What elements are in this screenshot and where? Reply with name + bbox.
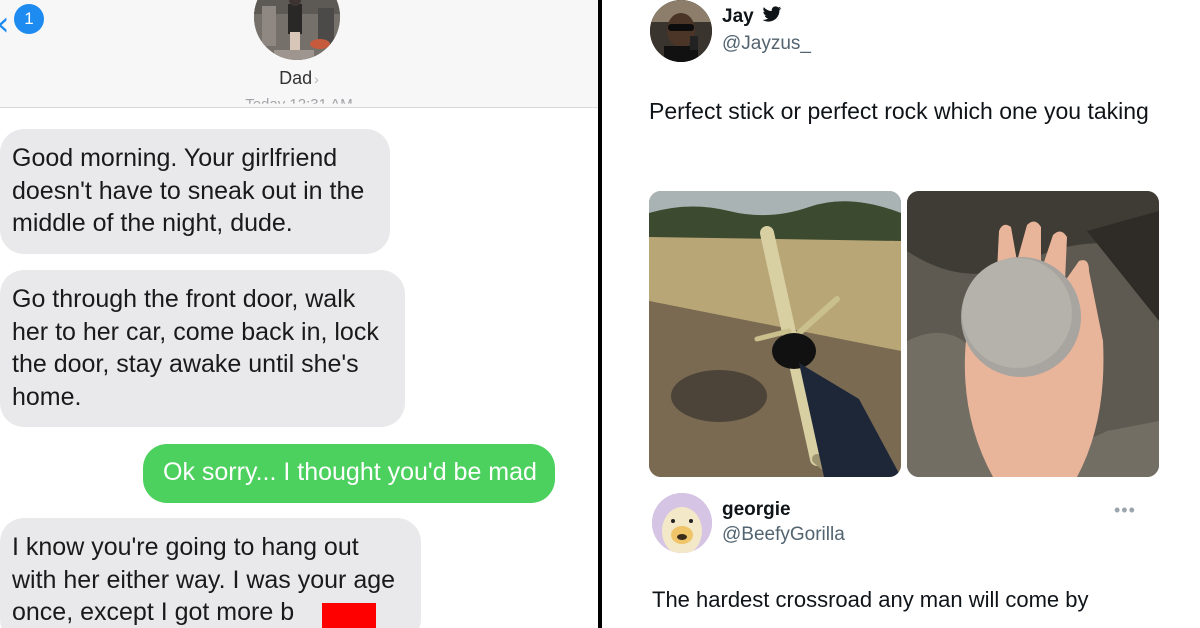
rock-image [907,191,1159,477]
message-line: home. [12,382,82,411]
message-line: the door, stay awake until she's [12,350,359,378]
message-line: Go through the front door, walk [12,285,356,313]
outgoing-message-bubble[interactable]: Ok sorry... I thought you'd be mad [143,444,555,503]
contact-name[interactable]: Dad › [0,68,598,89]
message-timestamp: Today 12:31 AM [245,96,353,113]
author-photo [650,0,712,62]
incoming-message-bubble[interactable]: Go through the front door, walk her to h… [0,270,405,427]
reply-author-handle[interactable]: @BeefyGorilla [722,524,845,546]
more-dots-icon[interactable]: ••• [1114,500,1136,521]
redaction-box [322,603,376,628]
imessage-panel: ‹ 1 Dad› Today 12:31 AM Good morning. Yo… [0,0,598,628]
reply-text: The hardest crossroad any man will come … [652,587,1089,612]
tweet-panel: Jay @Jayzus_ Perfect stick or perfect ro… [602,0,1200,628]
message-line: Ok sorry... I thought you'd be mad [163,458,537,486]
reply-avatar[interactable] [652,493,712,553]
duck-avatar-photo [652,493,712,553]
incoming-message-bubble[interactable]: Good morning. Your girlfriend doesn't ha… [0,129,391,254]
unread-badge[interactable]: 1 [14,4,44,34]
conversation-header: ‹ 1 Dad› Today 12:31 AM [0,0,598,108]
stick-photo[interactable] [649,191,901,477]
author-avatar[interactable] [650,0,712,62]
author-name-label: Jay [722,6,754,27]
chevron-left-icon[interactable]: ‹ [0,4,10,44]
message-line: doesn't have to sneak out in the [12,176,365,205]
message-line: her to her car, come back in, lock [12,317,379,346]
author-name[interactable]: Jay [722,6,782,28]
message-line: with her either way. I was your age [12,565,396,594]
reply-author-name[interactable]: georgie [722,499,791,521]
message-line: middle of the night, dude. [12,209,293,237]
contact-photo [254,0,340,60]
tweet-text: Perfect stick or perfect rock which one … [649,98,1149,124]
contact-avatar[interactable] [254,0,340,60]
twitter-bird-icon [762,6,782,22]
chevron-right-icon: › [314,71,319,87]
stick-image [649,191,901,477]
message-line: I know you're going to hang out [12,533,359,561]
message-line: Good morning. Your girlfriend [12,144,338,172]
contact-name-label: Dad [279,68,313,88]
rock-photo[interactable] [907,191,1159,477]
author-handle[interactable]: @Jayzus_ [722,33,811,55]
